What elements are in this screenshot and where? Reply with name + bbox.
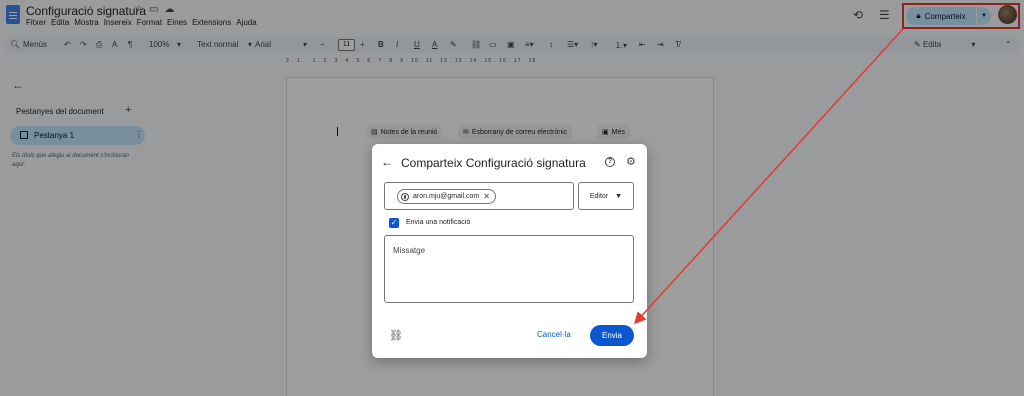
help-icon[interactable]: ?	[605, 157, 615, 167]
notify-label[interactable]: Envia una notificació	[406, 219, 470, 226]
dialog-back-icon[interactable]: ←	[381, 155, 393, 169]
copy-link-icon[interactable]: ⛓	[389, 329, 403, 342]
person-chip[interactable]: aron.mju@gmail.com ✕	[397, 189, 496, 204]
role-label: Editor	[589, 192, 609, 200]
send-button[interactable]: Envia	[590, 325, 634, 346]
cancel-button[interactable]: Cancel·la	[537, 326, 571, 344]
share-dialog: ← Comparteix Configuració signatura ? ⚙ …	[372, 144, 647, 358]
message-textarea[interactable]: Missatge	[384, 235, 634, 303]
gear-icon[interactable]: ⚙	[626, 155, 636, 168]
close-icon[interactable]: ✕	[483, 192, 490, 201]
person-email: aron.mju@gmail.com	[413, 193, 480, 200]
message-placeholder: Missatge	[393, 246, 426, 255]
notify-checkbox[interactable]: ✓	[389, 218, 399, 228]
add-people-input[interactable]: aron.mju@gmail.com ✕	[384, 182, 574, 210]
dialog-title: Comparteix Configuració signatura	[401, 156, 586, 170]
chevron-down-icon: ▼	[615, 192, 623, 200]
person-icon	[401, 192, 409, 201]
role-select[interactable]: Editor ▼	[578, 182, 634, 210]
